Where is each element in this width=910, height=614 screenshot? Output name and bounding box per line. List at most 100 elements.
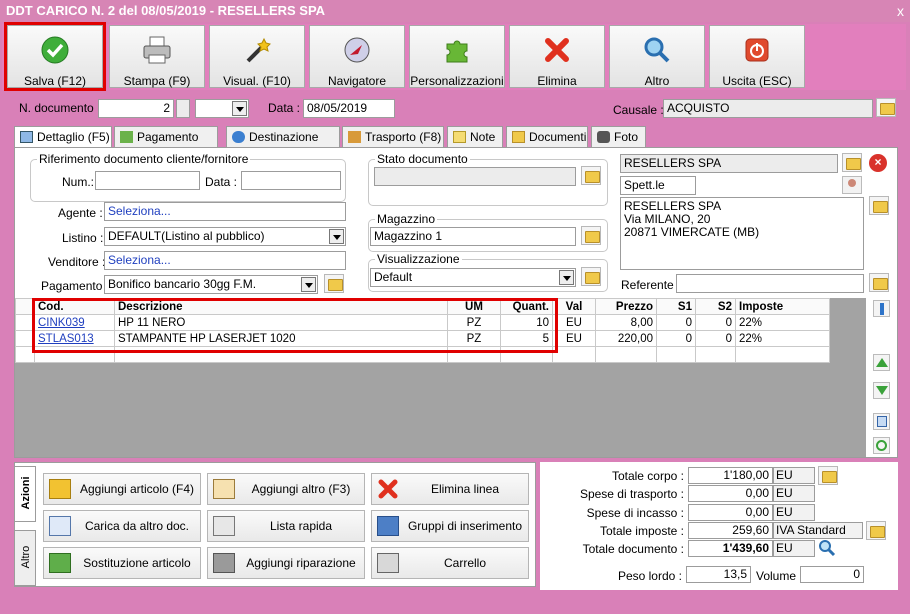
col-header-s2[interactable]: S2 (695, 298, 736, 315)
totale-documento-currency: EU (773, 540, 815, 557)
spett-field[interactable]: Spett.le (620, 176, 696, 195)
altro-button[interactable]: Altro (609, 25, 705, 88)
prezzo-cell[interactable]: 8,00 (595, 314, 657, 331)
agente-field[interactable]: Seleziona... (104, 202, 346, 221)
address-line: 20871 VIMERCATE (MB) (624, 225, 760, 239)
stato-field[interactable] (374, 167, 576, 186)
col-header-s1[interactable]: S1 (656, 298, 696, 315)
wrench-icon (213, 553, 235, 573)
tab-altro[interactable]: Altro (14, 530, 36, 586)
referente-field[interactable] (676, 274, 864, 293)
cliente-name-field[interactable]: RESELLERS SPA (620, 154, 838, 173)
zoom-icon[interactable] (818, 539, 836, 557)
magazzino-field[interactable]: Magazzino 1 (370, 227, 576, 246)
spese-incasso-value[interactable]: 0,00 (688, 504, 773, 521)
spese-incasso-label: Spese di incasso : (586, 506, 684, 520)
pagamento-select[interactable]: Bonifico bancario 30gg F.M. (104, 275, 318, 294)
folder-icon[interactable] (581, 166, 601, 185)
venditore-field[interactable]: Seleziona... (104, 251, 346, 270)
s1-cell[interactable]: 0 (656, 330, 696, 347)
user-icon[interactable] (842, 176, 862, 194)
ndoc-field[interactable]: 2 (98, 99, 174, 118)
val-cell[interactable]: EU (552, 314, 596, 331)
peso-lordo-value[interactable]: 13,5 (686, 566, 751, 583)
totale-documento-label: Totale documento : (582, 542, 684, 556)
gruppi-button[interactable]: Gruppi di inserimento (371, 510, 529, 542)
s2-cell[interactable]: 0 (695, 314, 736, 331)
folder-icon[interactable] (876, 98, 896, 117)
tab-dettaglio[interactable]: Dettaglio (F5) (14, 126, 112, 149)
folder-icon[interactable] (869, 196, 889, 215)
volume-value[interactable]: 0 (800, 566, 864, 583)
address-box[interactable]: RESELLERS SPA Via MILANO, 20 20871 VIMER… (620, 197, 864, 270)
group-add-icon (377, 516, 399, 536)
imposte-cell[interactable]: 22% (735, 314, 830, 331)
aggiungi-altro-button[interactable]: Aggiungi altro (F3) (207, 473, 365, 505)
calendar-icon (20, 131, 33, 143)
folder-icon[interactable] (869, 273, 889, 292)
tab-trasporto[interactable]: Trasporto (F8) (342, 126, 444, 148)
clear-cliente-icon[interactable]: × (869, 154, 887, 172)
val-cell[interactable]: EU (552, 330, 596, 347)
refresh-icon[interactable] (873, 437, 890, 454)
folder-icon[interactable] (324, 274, 344, 293)
riparazione-button[interactable]: Aggiungi riparazione (207, 547, 365, 579)
move-up-icon[interactable] (873, 354, 890, 371)
elimina-linea-button[interactable]: Elimina linea (371, 473, 529, 505)
button-label: Carica da altro doc. (84, 519, 190, 533)
add-box-icon (49, 479, 71, 499)
lista-rapida-button[interactable]: Lista rapida (207, 510, 365, 542)
spese-trasporto-value[interactable]: 0,00 (688, 485, 773, 502)
checklist-icon (49, 516, 71, 536)
tab-azioni[interactable]: Azioni (14, 466, 36, 522)
col-header-prezzo[interactable]: Prezzo (595, 298, 657, 315)
folder-icon[interactable] (866, 521, 886, 540)
aggiungi-articolo-button[interactable]: Aggiungi articolo (F4) (43, 473, 201, 505)
elimina-button[interactable]: Elimina (509, 25, 605, 88)
sostituzione-button[interactable]: Sostituzione articolo (43, 547, 201, 579)
visualizzazione-select[interactable]: Default (370, 268, 576, 287)
s1-cell[interactable]: 0 (656, 314, 696, 331)
uscita-button[interactable]: Uscita (ESC) (709, 25, 805, 88)
folder-icon[interactable] (842, 153, 862, 172)
imposte-cell[interactable]: 22% (735, 330, 830, 347)
navigatore-button[interactable]: Navigatore (309, 25, 405, 88)
tab-documenti[interactable]: Documenti (506, 126, 588, 148)
folder-icon[interactable] (581, 267, 601, 286)
causale-field[interactable]: ACQUISTO (663, 99, 873, 118)
copy-icon[interactable] (873, 413, 890, 430)
data-field[interactable]: 08/05/2019 (303, 99, 395, 118)
close-button[interactable]: x (897, 0, 904, 22)
uscita-label: Uscita (ESC) (722, 74, 792, 88)
tab-destinazione[interactable]: Destinazione (F7) (226, 126, 340, 164)
camera-icon (597, 131, 610, 143)
chevron-down-icon (301, 277, 316, 292)
move-top-icon[interactable] (873, 300, 890, 317)
carrello-button[interactable]: Carrello (371, 547, 529, 579)
venditore-label: Venditore : (48, 255, 106, 269)
listino-select[interactable]: DEFAULT(Listino al pubblico) (104, 227, 346, 246)
folder-icon[interactable] (818, 466, 838, 485)
cart-icon (377, 553, 399, 573)
carica-button[interactable]: Carica da altro doc. (43, 510, 201, 542)
s2-cell[interactable]: 0 (695, 330, 736, 347)
col-header-imposte[interactable]: Imposte (735, 298, 830, 315)
visual-button[interactable]: Visual. (F10) (209, 25, 305, 88)
prezzo-cell[interactable]: 220,00 (595, 330, 657, 347)
tab-note[interactable]: Note (447, 126, 503, 148)
globe-icon (232, 131, 245, 143)
folder-icon[interactable] (581, 226, 601, 245)
tab-label: Dettaglio (F5) (37, 130, 110, 144)
rif-data-field[interactable] (241, 171, 341, 190)
stampa-button[interactable]: Stampa (F9) (109, 25, 205, 88)
totale-imposte-label: Totale imposte : (599, 524, 684, 538)
ndoc-suffix-field[interactable] (176, 99, 190, 118)
tab-foto[interactable]: Foto (591, 126, 646, 148)
tab-pagamento[interactable]: Pagamento (F6) (114, 126, 218, 164)
col-header-val[interactable]: Val (552, 298, 596, 315)
num-field[interactable] (95, 171, 200, 190)
serie-select[interactable] (195, 99, 249, 118)
personalizzazioni-button[interactable]: Personalizzazioni (409, 25, 505, 88)
move-down-icon[interactable] (873, 382, 890, 399)
salva-button[interactable]: Salva (F12) (4, 22, 106, 91)
